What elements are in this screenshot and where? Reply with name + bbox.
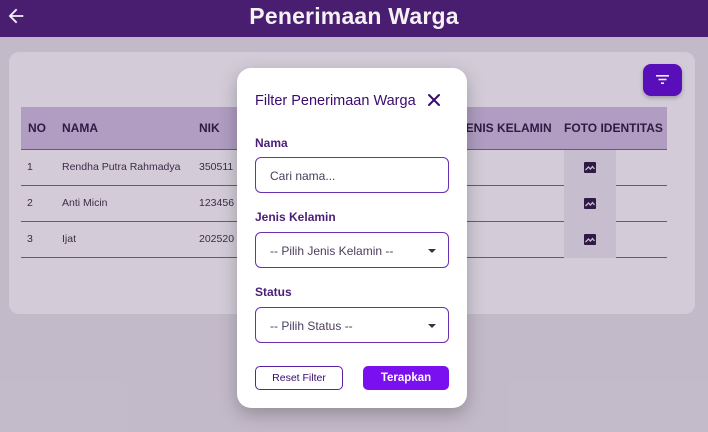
chevron-down-icon	[428, 324, 436, 328]
gender-select-value: -- Pilih Jenis Kelamin --	[270, 244, 394, 258]
status-select-value: -- Pilih Status --	[270, 319, 353, 333]
gender-label: Jenis Kelamin	[255, 210, 336, 224]
status-select[interactable]: -- Pilih Status --	[255, 307, 449, 343]
dialog-title: Filter Penerimaan Warga	[255, 93, 416, 109]
nama-placeholder: Cari nama...	[270, 169, 336, 183]
reset-filter-button[interactable]: Reset Filter	[255, 366, 343, 390]
apply-button[interactable]: Terapkan	[363, 366, 449, 390]
nama-label: Nama	[255, 136, 288, 150]
close-icon[interactable]	[427, 93, 441, 107]
gender-select[interactable]: -- Pilih Jenis Kelamin --	[255, 232, 449, 268]
chevron-down-icon	[428, 249, 436, 253]
nama-input[interactable]: Cari nama...	[255, 157, 449, 193]
status-label: Status	[255, 285, 292, 299]
filter-dialog: Filter Penerimaan Warga Nama Cari nama..…	[237, 68, 467, 408]
